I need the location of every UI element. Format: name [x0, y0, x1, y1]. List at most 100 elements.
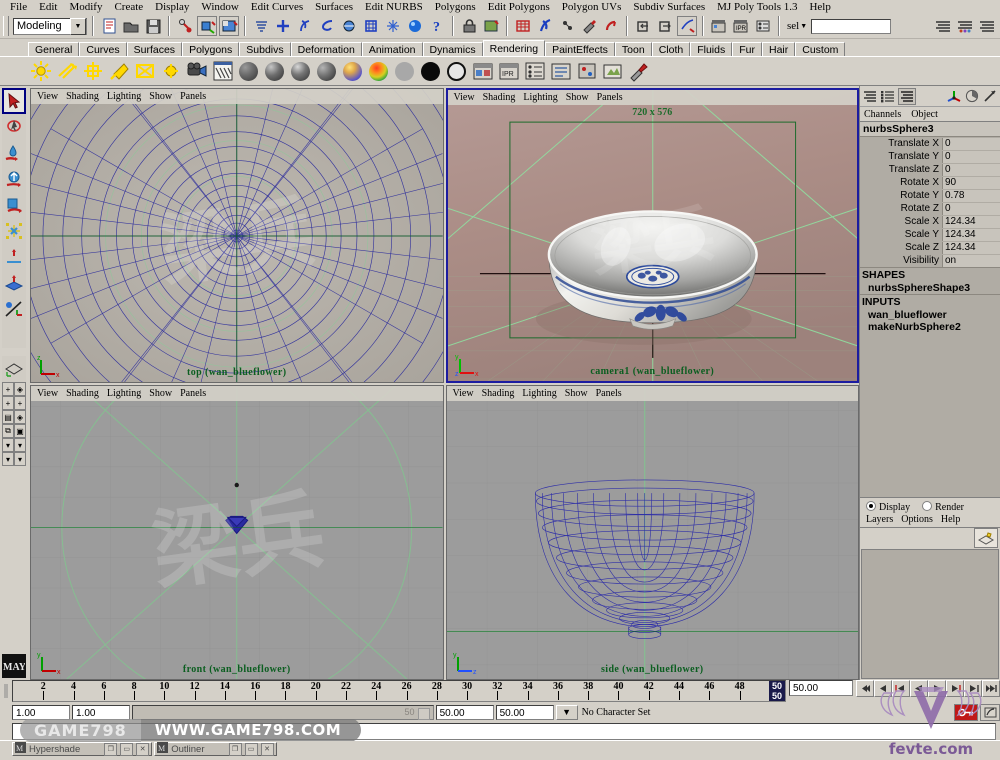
spot-light-icon[interactable] — [106, 58, 131, 84]
last-tool-used[interactable] — [2, 322, 26, 348]
chevron-down-icon[interactable]: ▼ — [70, 17, 86, 35]
channel-row-rotate-z[interactable]: Rotate Z 0 — [860, 202, 1000, 215]
anisotropic-material-icon[interactable] — [340, 58, 365, 84]
input-item-wan-blueflower[interactable]: wan_blueflower — [860, 309, 1000, 321]
channel-box-display-icon[interactable] — [862, 88, 878, 104]
viewport-menu-view[interactable]: View — [454, 92, 475, 103]
tool-settings-icon[interactable] — [535, 16, 555, 36]
channel-row-scale-x[interactable]: Scale X 124.34 — [860, 215, 1000, 228]
snap-curve-icon[interactable] — [295, 16, 315, 36]
channel-value[interactable]: 124.34 — [942, 215, 1000, 228]
snap-point-icon[interactable] — [317, 16, 337, 36]
channel-row-translate-x[interactable]: Translate X 0 — [860, 137, 1000, 150]
viewport-menu-view[interactable]: View — [37, 91, 58, 102]
current-time-field[interactable]: 50.00 — [789, 680, 853, 696]
volume-light-icon[interactable] — [158, 58, 183, 84]
scale-tool[interactable] — [2, 218, 26, 244]
blinn-material-icon[interactable] — [262, 58, 287, 84]
new-layer-icon[interactable] — [974, 528, 998, 548]
taskbar-item-hypershade[interactable]: M Hypershade ❐ ▭ ✕ — [12, 742, 153, 756]
tab-channels[interactable]: Channels — [864, 109, 901, 120]
attribute-editor-icon[interactable] — [946, 88, 962, 104]
white-shader-icon[interactable] — [444, 58, 469, 84]
render-globals-icon[interactable]: ? — [427, 16, 447, 36]
shelf-tab-fur[interactable]: Fur — [732, 42, 762, 56]
soft-modification-tool[interactable] — [2, 270, 26, 296]
quick-layout-a[interactable]: ▾ — [2, 438, 14, 452]
shelf-tab-rendering[interactable]: Rendering — [482, 40, 546, 56]
ipr-render-shelf-icon[interactable]: IPR — [496, 58, 521, 84]
shelf-tab-painteffects[interactable]: PaintEffects — [545, 42, 615, 56]
taskbar-item-outliner[interactable]: M Outliner ❐ ▭ ✕ — [154, 742, 277, 756]
viewport-menu-shading[interactable]: Shading — [483, 92, 516, 103]
select-by-hierarchy-icon[interactable] — [175, 16, 195, 36]
lambert-material-icon[interactable] — [236, 58, 261, 84]
close-button[interactable]: ✕ — [136, 742, 150, 756]
batch-render-icon[interactable] — [522, 58, 547, 84]
restore-button[interactable]: ❐ — [104, 742, 118, 756]
animation-start-time-field[interactable]: 1.00 — [12, 704, 70, 720]
layout-quadrant-tr[interactable]: ◈ — [14, 382, 26, 396]
channel-row-visibility[interactable]: Visibility on — [860, 254, 1000, 267]
channel-row-rotate-y[interactable]: Rotate Y 0.78 — [860, 189, 1000, 202]
channel-value[interactable]: 0 — [942, 202, 1000, 215]
maximize-button[interactable]: ▭ — [244, 742, 258, 756]
render-globals-shelf-icon[interactable] — [548, 58, 573, 84]
channel-layer-icon[interactable] — [898, 87, 916, 105]
toolbar-drag-handle[interactable] — [3, 16, 9, 36]
selection-mode-label[interactable]: sel ▼ — [785, 20, 809, 32]
curve-tool-icon[interactable] — [601, 16, 621, 36]
character-set-label[interactable]: No Character Set — [580, 707, 651, 718]
layout-quadrant-tl[interactable]: + — [2, 382, 14, 396]
channel-row-translate-y[interactable]: Translate Y 0 — [860, 150, 1000, 163]
render-icon[interactable] — [470, 58, 495, 84]
open-scene-icon[interactable] — [121, 16, 141, 36]
restore-button[interactable]: ❐ — [228, 742, 242, 756]
go-to-start-button[interactable] — [856, 680, 874, 697]
channel-box-icon[interactable] — [557, 16, 577, 36]
layer-menu-help[interactable]: Help — [941, 514, 960, 525]
universal-manipulator-tool[interactable] — [2, 244, 26, 270]
channel-row-scale-y[interactable]: Scale Y 124.34 — [860, 228, 1000, 241]
show-layer-editor-icon[interactable] — [955, 16, 975, 36]
shelf-tab-fluids[interactable]: Fluids — [690, 42, 733, 56]
input-item-makenurbsphere2[interactable]: makeNurbSphere2 — [860, 321, 1000, 333]
render-settings-icon[interactable] — [753, 16, 773, 36]
show-attribute-editor-icon[interactable] — [977, 16, 997, 36]
shelf-tab-subdivs[interactable]: Subdivs — [239, 42, 291, 56]
four-view-layout[interactable]: + ◈ — [2, 382, 26, 396]
render-radio[interactable]: Render — [922, 501, 964, 513]
select-tool[interactable] — [2, 88, 26, 114]
viewport-menu-panels[interactable]: Panels — [180, 388, 206, 399]
select-by-object-icon[interactable] — [197, 16, 217, 36]
menu-item-edit-polygons[interactable]: Edit Polygons — [482, 0, 556, 14]
viewport-menu-show[interactable]: Show — [149, 388, 172, 399]
shelf-tab-toon[interactable]: Toon — [614, 42, 652, 56]
surface-shader-icon[interactable] — [392, 58, 417, 84]
menu-item-edit-nurbs[interactable]: Edit NURBS — [359, 0, 429, 14]
rotate-tool[interactable] — [2, 192, 26, 218]
animation-preferences-icon[interactable] — [980, 703, 1000, 721]
channel-value[interactable]: 0.78 — [942, 189, 1000, 202]
construction-history-icon[interactable] — [383, 16, 403, 36]
quick-layout-c[interactable]: ▾ — [2, 452, 14, 466]
timeline-drag-handle[interactable] — [0, 680, 12, 702]
camera-icon[interactable] — [184, 58, 209, 84]
rendering-flags-icon[interactable] — [574, 58, 599, 84]
chevron-down-icon[interactable]: ▼ — [800, 22, 807, 30]
ramp-shader-icon[interactable] — [366, 58, 391, 84]
menu-item-create[interactable]: Create — [108, 0, 149, 14]
phong-material-icon[interactable] — [288, 58, 313, 84]
playback-start-time-field[interactable]: 1.00 — [72, 704, 130, 720]
single-perspective-view-layout[interactable] — [2, 356, 26, 382]
channel-value[interactable]: 124.34 — [942, 228, 1000, 241]
viewport-menu-show[interactable]: Show — [566, 92, 589, 103]
channel-row-translate-z[interactable]: Translate Z 0 — [860, 163, 1000, 176]
directional-light-icon[interactable] — [54, 58, 79, 84]
menu-set-selector[interactable]: Modeling ▼ — [13, 17, 87, 35]
shelf-tab-dynamics[interactable]: Dynamics — [422, 42, 483, 56]
select-by-component-icon[interactable] — [219, 16, 239, 36]
radio-render-icon[interactable] — [922, 501, 933, 511]
viewport-menu-shading[interactable]: Shading — [482, 388, 515, 399]
area-light-icon[interactable] — [132, 58, 157, 84]
